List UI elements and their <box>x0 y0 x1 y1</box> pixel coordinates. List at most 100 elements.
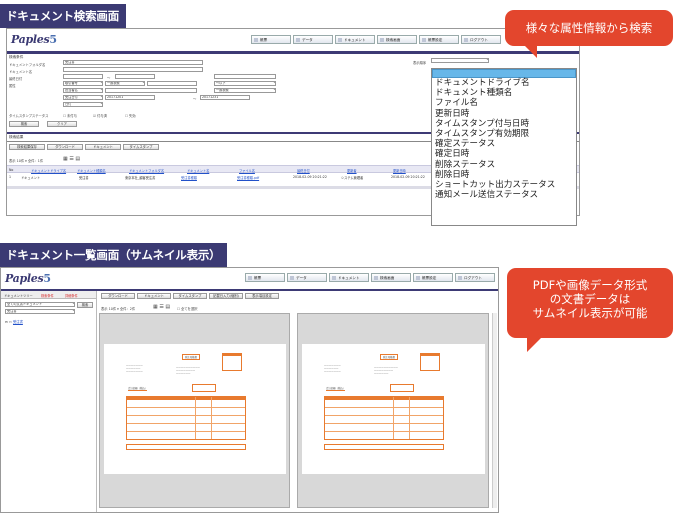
sort-select[interactable] <box>431 58 489 63</box>
toolbar-settings[interactable]: 帳票設定 <box>413 273 453 282</box>
col-file[interactable]: ファイル名 <box>239 168 255 173</box>
toolbar-document[interactable]: ドキュメント <box>335 35 375 44</box>
list-download-button[interactable]: ダウンロード <box>101 293 135 299</box>
list-timestamp-button[interactable]: タイムスタンプ <box>173 293 207 299</box>
tilde: 〜 <box>107 76 111 80</box>
col-date[interactable]: 最終日付 <box>297 168 310 173</box>
op-select-1[interactable]: 一致検索 <box>105 81 145 86</box>
toolbar-search[interactable]: 検索画面 <box>377 35 417 44</box>
search-button[interactable]: 検索 <box>9 121 39 127</box>
field-label-folder: ドキュメントフォルダ名 <box>9 63 46 67</box>
cell-docname[interactable]: 受注書種類 <box>181 175 197 180</box>
download-button[interactable]: ダウンロード <box>47 144 83 150</box>
tree-select-2[interactable]: 受注書 <box>5 309 75 314</box>
list-view-toggle[interactable]: ▦ ☰ ▤ <box>153 304 170 310</box>
tab-tree[interactable]: ドキュメントツリー <box>4 293 33 298</box>
date-from-attr[interactable]: 20171201 <box>105 95 155 100</box>
check-all[interactable]: ☐ 全てを選択 <box>177 306 197 311</box>
date-to-input[interactable] <box>115 74 155 79</box>
cell-file[interactable]: 受注書種類.pdf <box>237 175 259 180</box>
thumbnail-panel-1[interactable]: 発注見積書 ——————— —————— ——————— —————————— ———… <box>99 313 290 508</box>
tree-node[interactable]: ⊟ ▭ 受注書 <box>5 319 23 324</box>
table-line <box>325 431 443 432</box>
attr-option[interactable]: 確定ステータス <box>432 139 576 149</box>
toolbar-logout[interactable]: ログアウト <box>455 273 495 282</box>
clear-button[interactable]: クリア <box>47 121 77 127</box>
col-updater[interactable]: 更新者 <box>347 168 357 173</box>
doc-stamp-box <box>420 355 440 371</box>
toolbar-document[interactable]: ドキュメント <box>329 273 369 282</box>
tree-search-button[interactable]: 検索 <box>77 302 93 308</box>
toolbar-forms[interactable]: 帳票 <box>245 273 285 282</box>
toolbar-data[interactable]: データ <box>293 35 333 44</box>
save-results-button[interactable]: 検索結果保存 <box>9 144 45 150</box>
table-line <box>127 415 245 416</box>
date-extra-input[interactable] <box>214 74 276 79</box>
tab-search-cond[interactable]: 検索条件 <box>41 293 54 298</box>
doc-text: ——————— —————— ——————— <box>126 364 143 373</box>
attr-value-2[interactable] <box>105 88 197 93</box>
thumbnail-panel-2[interactable]: 発注見積書 ——————— —————— ——————— —————————— ———… <box>297 313 489 508</box>
col-folder[interactable]: ドキュメントフォルダ名 <box>129 168 164 173</box>
toolbar-search[interactable]: 検索画面 <box>371 273 411 282</box>
check-unassigned[interactable]: ☐ 未付与 <box>63 113 77 118</box>
document-button[interactable]: ドキュメント <box>85 144 121 150</box>
list-input-date-button[interactable]: 記載日入力(個別) <box>209 293 243 299</box>
table-line <box>127 407 245 408</box>
thumbnail-doc-2[interactable]: 発注見積書 ——————— —————— ——————— —————————— ———… <box>302 344 485 474</box>
attr-option[interactable]: 確定日時 <box>432 149 576 159</box>
attr-select-4[interactable]: 日付 <box>63 102 103 107</box>
attr-select-3[interactable]: 受注日付 <box>63 95 103 100</box>
toolbar-data[interactable]: データ <box>287 273 327 282</box>
attr-option[interactable]: タイムスタンプ有効期限 <box>432 129 576 139</box>
attr-option[interactable]: ファイル名 <box>432 98 576 108</box>
attr-option[interactable]: タイムスタンプ付与日時 <box>432 119 576 129</box>
cell-updater: システム管理者 <box>341 176 364 180</box>
date-to-attr[interactable]: 20171231 <box>200 95 250 100</box>
doc-stamp-box <box>222 355 242 371</box>
toolbar-logout[interactable]: ログアウト <box>461 35 501 44</box>
doc-total-label: 合計金額（税込） <box>326 387 346 391</box>
range-select-2[interactable]: 一致検索 <box>214 88 276 93</box>
v-scrollbar[interactable] <box>492 313 497 508</box>
attr-option[interactable]: ドキュメント種類名 <box>432 88 576 98</box>
attr-option[interactable]: 削除ステータス <box>432 160 576 170</box>
tab-detail-cond[interactable]: 詳細条件 <box>65 293 78 298</box>
attr-option[interactable]: 通知メール送信ステータス <box>432 190 576 200</box>
col-type[interactable]: ドキュメント種類名 <box>77 168 106 173</box>
attr-option[interactable]: 更新日時 <box>432 109 576 119</box>
app-logo: Paples5 <box>11 33 57 46</box>
range-select-1[interactable]: 〜以下 <box>214 81 276 86</box>
col-docname[interactable]: ドキュメント名 <box>187 168 209 173</box>
list-screen: Paples5 帳票 データ ドキュメント 検索画面 帳票設定 ログアウト ドキ… <box>0 267 499 513</box>
check-assigned[interactable]: ☑ 付与済 <box>93 113 107 118</box>
doc-note <box>126 444 246 450</box>
paging-text: 表示 10件 ▾ 全件：1件 <box>9 159 44 163</box>
doc-title: 発注見積書 <box>182 354 200 360</box>
toolbar-forms[interactable]: 帳票 <box>251 35 291 44</box>
timestamp-button[interactable]: タイムスタンプ <box>123 144 159 150</box>
date-from-input[interactable] <box>63 74 103 79</box>
view-toggle[interactable]: ▦ ☰ ▤ <box>63 156 80 162</box>
list-columns-button[interactable]: 表示項目設定 <box>245 293 279 299</box>
tilde-2: 〜 <box>193 97 197 101</box>
folder-input[interactable]: 受注書 <box>63 60 203 65</box>
toolbar-settings[interactable]: 帳票設定 <box>419 35 459 44</box>
attr-value-1[interactable] <box>147 81 197 86</box>
list-document-button[interactable]: ドキュメント <box>137 293 171 299</box>
attr-option[interactable]: ドキュメントドライブ名 <box>432 78 576 88</box>
col-no: No <box>9 168 14 172</box>
tree-select[interactable]: 全ての文書ドキュメント <box>5 302 75 307</box>
attr-select-2[interactable]: 担当者名 <box>63 88 103 93</box>
attr-option[interactable]: ショートカット出力ステータス <box>432 180 576 190</box>
docname-input[interactable] <box>63 67 203 72</box>
col-updated[interactable]: 更新日時 <box>393 168 406 173</box>
attr-select-1[interactable]: 取引番号 <box>63 81 103 86</box>
check-expired[interactable]: ☐ 失効 <box>125 113 136 118</box>
cell-updated: 2018-02-09 20:21:22 <box>391 175 425 179</box>
field-label-docname: ドキュメント名 <box>9 70 33 74</box>
attribute-options-list[interactable]: ドキュメントドライブ名 ドキュメント種類名 ファイル名 更新日時 タイムスタンプ… <box>431 68 577 226</box>
thumbnail-doc-1[interactable]: 発注見積書 ——————— —————— ——————— —————————— ———… <box>104 344 286 474</box>
col-drive[interactable]: ドキュメントドライブ名 <box>31 168 66 173</box>
attr-option[interactable]: 削除日時 <box>432 170 576 180</box>
